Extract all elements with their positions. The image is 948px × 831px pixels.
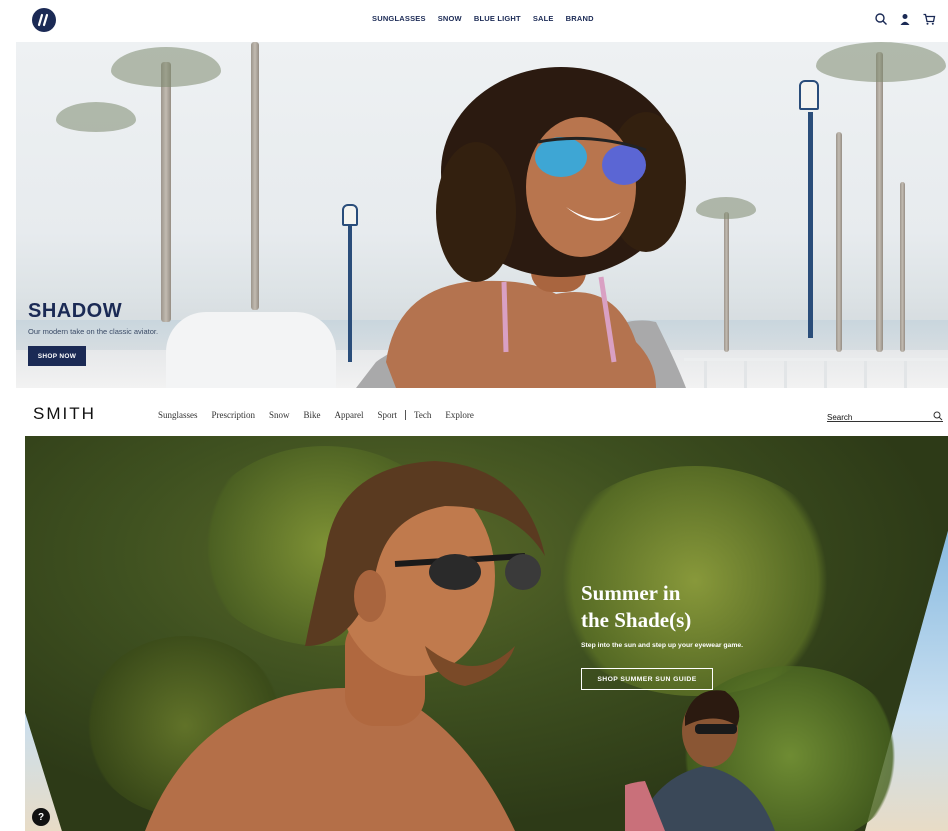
model-image xyxy=(356,67,686,388)
palm-frond xyxy=(111,47,221,87)
nav-blue-light[interactable]: BLUE LIGHT xyxy=(474,14,521,23)
smith-header: SMITH Sunglasses Prescription Snow Bike … xyxy=(0,388,948,436)
lamp-post xyxy=(808,112,813,338)
hero-shadow: SHADOW Our modern take on the classic av… xyxy=(16,42,948,388)
search-box xyxy=(827,407,943,424)
hero1-subtitle: Our modern take on the classic aviator. xyxy=(28,327,159,336)
hero1-title: SHADOW xyxy=(28,300,123,322)
nav-bike[interactable]: Bike xyxy=(304,410,321,420)
nav-apparel[interactable]: Apparel xyxy=(335,410,364,420)
palm-frond xyxy=(816,42,946,82)
palm-tree xyxy=(876,52,883,352)
account-icon[interactable] xyxy=(898,12,912,26)
cart-icon[interactable] xyxy=(922,12,936,26)
hero1-text-block: SHADOW Our modern take on the classic av… xyxy=(28,300,158,336)
header-icons xyxy=(874,12,936,26)
nav-brand[interactable]: BRAND xyxy=(566,14,594,23)
smith-logo[interactable]: SMITH xyxy=(33,404,96,424)
search-input[interactable] xyxy=(827,411,923,424)
hero2-title-line2: the Shade(s) xyxy=(581,608,692,632)
nav-tech[interactable]: Tech xyxy=(414,410,431,420)
nav-divider xyxy=(405,410,407,420)
shop-summer-sun-guide-button[interactable]: SHOP SUMMER SUN GUIDE xyxy=(581,668,713,690)
palm-tree xyxy=(836,132,842,352)
smith-nav: Sunglasses Prescription Snow Bike Appare… xyxy=(158,410,474,420)
secondary-model-image xyxy=(625,690,775,831)
palm-tree xyxy=(161,62,171,322)
search-icon[interactable] xyxy=(933,408,943,421)
nav-snow[interactable]: Snow xyxy=(269,410,290,420)
hero2-text-block: Summer in the Shade(s) Step into the sun… xyxy=(581,580,743,649)
nav-prescription[interactable]: Prescription xyxy=(212,410,256,420)
hero2-subtitle: Step into the sun and step up your eyewe… xyxy=(581,642,744,649)
nav-explore[interactable]: Explore xyxy=(445,410,474,420)
shop-now-button[interactable]: SHOP NOW xyxy=(28,346,86,366)
nav-sunglasses[interactable]: Sunglasses xyxy=(158,410,198,420)
brand-logo-icon[interactable] xyxy=(32,8,56,32)
search-icon[interactable] xyxy=(874,12,888,26)
palm-tree xyxy=(251,42,259,310)
help-button[interactable]: ? xyxy=(32,808,50,826)
white-wall xyxy=(166,312,336,388)
nav-sunglasses[interactable]: SUNGLASSES xyxy=(372,14,426,23)
palm-frond xyxy=(56,102,136,132)
top-nav: SUNGLASSES SNOW BLUE LIGHT SALE BRAND xyxy=(372,14,594,23)
hero-summer: Summer in the Shade(s) Step into the sun… xyxy=(25,436,948,831)
hero2-title-line1: Summer in xyxy=(581,581,681,605)
top-header: SUNGLASSES SNOW BLUE LIGHT SALE BRAND xyxy=(0,0,948,42)
lamp-post xyxy=(348,222,352,362)
lamp-head xyxy=(799,80,819,110)
nav-sale[interactable]: SALE xyxy=(533,14,554,23)
nav-sport[interactable]: Sport xyxy=(378,410,398,420)
palm-tree xyxy=(900,182,905,352)
model-image xyxy=(145,461,545,831)
nav-snow[interactable]: SNOW xyxy=(438,14,462,23)
